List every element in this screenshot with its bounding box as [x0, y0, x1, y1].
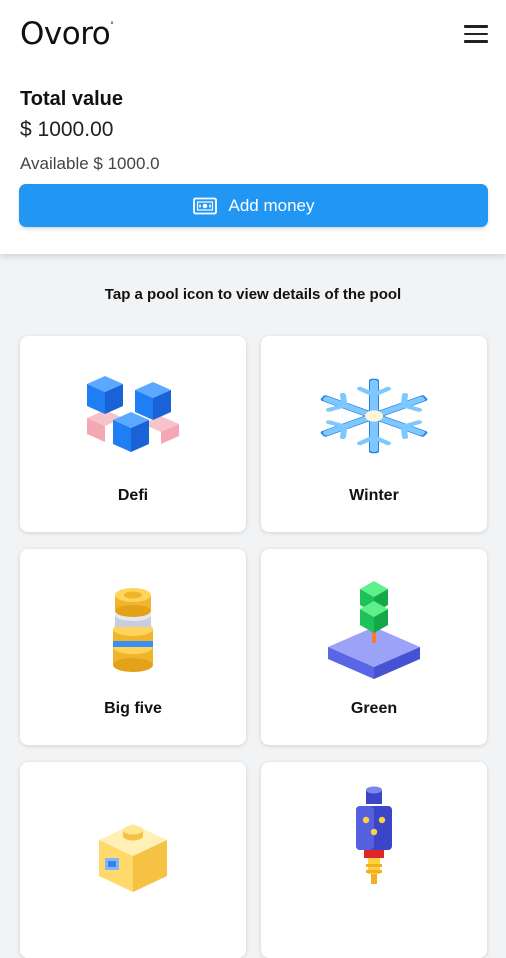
pool-name: Big five: [104, 700, 162, 717]
app-logo-text: Ovoro: [20, 16, 111, 52]
pool-card-5[interactable]: [20, 762, 246, 958]
summary-header: Ovoro° Total value $ 1000.00 Available $…: [0, 0, 506, 254]
add-money-button[interactable]: Add money: [19, 184, 488, 227]
robot-tower-icon: [356, 786, 392, 884]
coin-stack-icon: [113, 588, 153, 672]
pool-card-defi[interactable]: Defi: [20, 336, 246, 532]
tree-platform-icon: [328, 581, 420, 679]
app-logo: Ovoro°: [20, 16, 114, 52]
snowflake-icon: [320, 378, 428, 454]
blue-cubes-icon: [87, 376, 179, 452]
total-value-amount: $ 1000.00: [20, 118, 114, 141]
pool-name: Defi: [117, 487, 149, 504]
pool-name: Green: [350, 700, 398, 717]
pool-name: Winter: [349, 487, 399, 504]
hamburger-menu-icon[interactable]: [464, 25, 488, 45]
pool-card-6[interactable]: [261, 762, 487, 958]
pool-card-big-five[interactable]: Big five: [20, 549, 246, 745]
pool-card-green[interactable]: Green: [261, 549, 487, 745]
logo-mark: °: [110, 20, 114, 29]
pool-card-winter[interactable]: Winter: [261, 336, 487, 532]
total-value-label: Total value: [20, 88, 123, 110]
yellow-box-icon: [99, 824, 167, 892]
money-bill-icon: [192, 197, 217, 214]
add-money-label: Add money: [228, 195, 315, 215]
available-balance: Available $ 1000.0: [20, 154, 160, 173]
pools-hint: Tap a pool icon to view details of the p…: [104, 286, 402, 303]
